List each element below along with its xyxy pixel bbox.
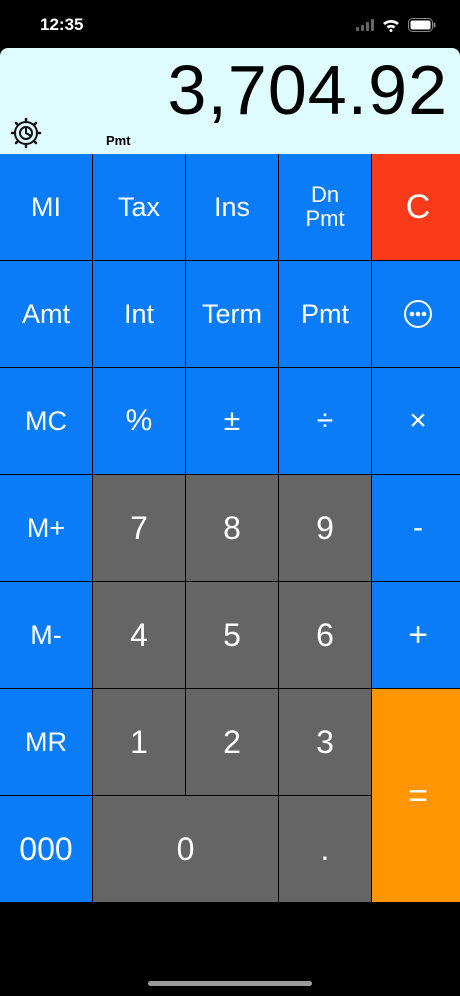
clear-button[interactable]: C (372, 154, 460, 260)
digit-2-button[interactable]: 2 (186, 689, 278, 795)
status-icons (356, 15, 436, 35)
battery-icon (408, 18, 436, 32)
percent-button[interactable]: % (93, 368, 185, 474)
keypad: MI Tax Ins Dn Pmt C Amt Int Term Pmt MC … (0, 154, 460, 902)
status-time: 12:35 (40, 15, 84, 34)
home-indicator[interactable] (148, 981, 312, 986)
digit-4-button[interactable]: 4 (93, 582, 185, 688)
multiply-button[interactable]: × (372, 368, 460, 474)
int-button[interactable]: Int (93, 261, 185, 367)
wifi-icon (383, 19, 399, 32)
status-bar: 12:35 (0, 0, 460, 48)
triple-zero-button[interactable]: 000 (0, 796, 92, 902)
mode-label: Pmt (106, 133, 131, 148)
dn-pmt-label-top: Dn (310, 181, 340, 207)
calculator-display: 3,704.92 (0, 48, 460, 154)
mi-button[interactable]: MI (0, 154, 92, 260)
minus-button[interactable]: - (372, 475, 460, 581)
digit-0-button[interactable]: 0 (93, 796, 278, 902)
tax-button[interactable]: Tax (93, 154, 185, 260)
plus-minus-button[interactable]: ± (186, 368, 278, 474)
digit-7-button[interactable]: 7 (93, 475, 185, 581)
decimal-button[interactable]: . (279, 796, 371, 902)
memory-minus-button[interactable]: M- (0, 582, 92, 688)
memory-recall-button[interactable]: MR (0, 689, 92, 795)
term-button[interactable]: Term (186, 261, 278, 367)
dn-pmt-label-bottom: Pmt (305, 206, 345, 231)
amt-button[interactable]: Amt (0, 261, 92, 367)
pmt-button[interactable]: Pmt (279, 261, 371, 367)
digit-6-button[interactable]: 6 (279, 582, 371, 688)
digit-5-button[interactable]: 5 (186, 582, 278, 688)
signal-icon (356, 19, 374, 31)
dn-pmt-button[interactable]: Dn Pmt (279, 154, 371, 260)
digit-3-button[interactable]: 3 (279, 689, 371, 795)
equals-button[interactable]: = (372, 689, 460, 902)
digit-8-button[interactable]: 8 (186, 475, 278, 581)
memory-clear-button[interactable]: MC (0, 368, 92, 474)
digit-1-button[interactable]: 1 (93, 689, 185, 795)
more-button[interactable] (372, 261, 460, 367)
display-value: 3,704.92 (167, 51, 448, 129)
plus-button[interactable]: + (372, 582, 460, 688)
gear-icon[interactable] (10, 117, 42, 149)
ins-button[interactable]: Ins (186, 154, 278, 260)
more-icon (404, 300, 432, 328)
digit-9-button[interactable]: 9 (279, 475, 371, 581)
divide-button[interactable]: ÷ (279, 368, 371, 474)
memory-plus-button[interactable]: M+ (0, 475, 92, 581)
